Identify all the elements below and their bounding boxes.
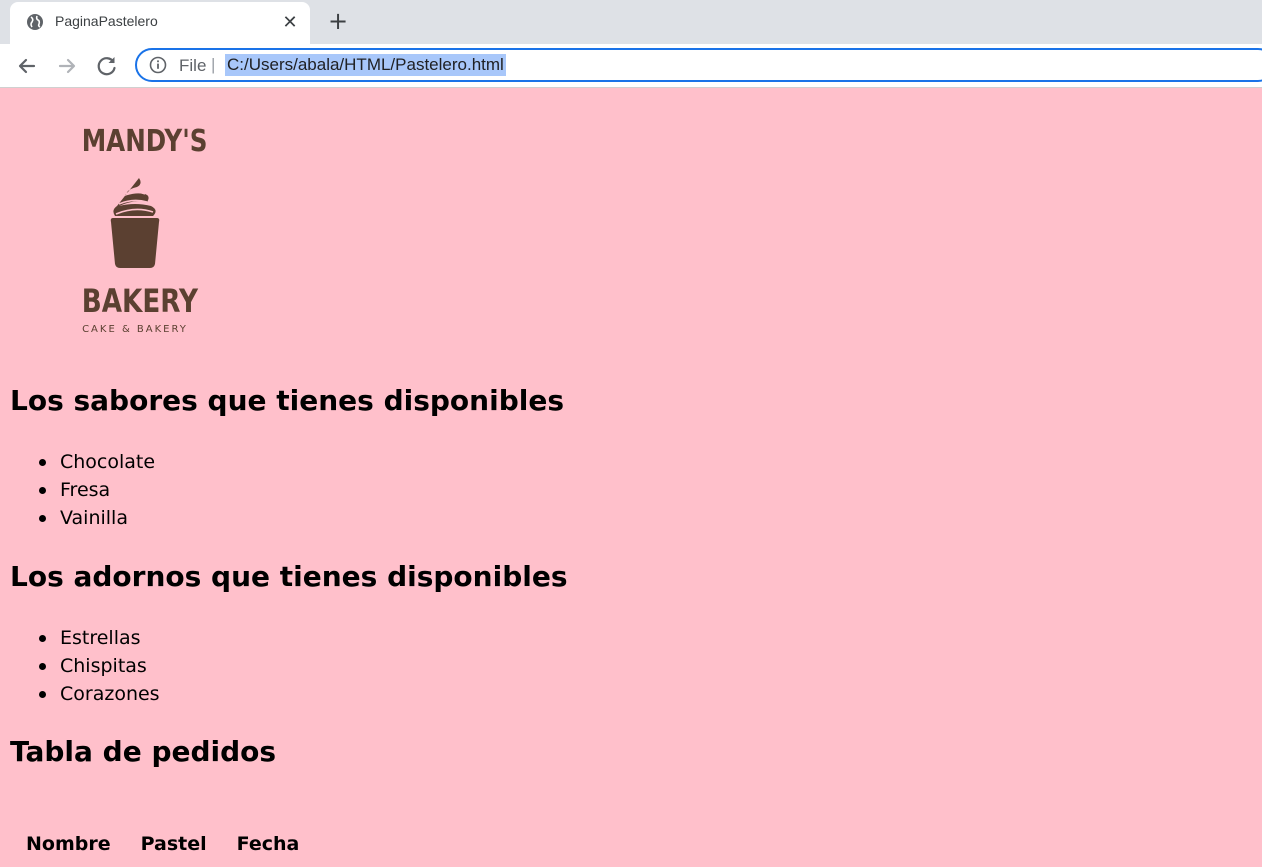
address-separator: | (211, 55, 216, 74)
browser-toolbar: File | C:/Users/abala/HTML/Pastelero.htm… (0, 44, 1262, 88)
toppings-list: Estrellas Chispitas Corazones (0, 624, 160, 708)
tab-title: PaginaPastelero (55, 13, 158, 29)
list-item: Fresa (0, 476, 155, 504)
list-item: Vainilla (0, 504, 155, 532)
new-tab-button[interactable]: + (323, 7, 353, 37)
address-scheme: File (179, 56, 207, 75)
table-header-row: Nombre Pastel Fecha (12, 832, 313, 856)
cupcake-icon (110, 178, 160, 268)
browser-tab[interactable]: PaginaPastelero ✕ (10, 2, 310, 44)
list-item: Chocolate (0, 448, 155, 476)
reload-icon[interactable] (93, 52, 121, 80)
page-content: MANDY'S BAKERY CAKE & BAKERY Los sabores… (0, 88, 1262, 867)
orders-heading: Tabla de pedidos (10, 735, 277, 768)
browser-tabstrip: PaginaPastelero ✕ + (0, 0, 1262, 44)
globe-icon (27, 14, 43, 30)
address-url[interactable]: C:/Users/abala/HTML/Pastelero.html (225, 54, 506, 76)
column-header-fecha: Fecha (236, 833, 300, 855)
close-tab-button[interactable]: ✕ (278, 11, 302, 35)
column-header-nombre: Nombre (26, 833, 111, 855)
flavors-heading: Los sabores que tienes disponibles (10, 384, 564, 417)
list-item: Corazones (0, 680, 160, 708)
flavors-list: Chocolate Fresa Vainilla (0, 448, 155, 532)
list-item: Estrellas (0, 624, 160, 652)
logo-bakery-word: BAKERY (81, 282, 199, 320)
address-bar[interactable]: File | C:/Users/abala/HTML/Pastelero.htm… (135, 48, 1262, 82)
orders-table: Nombre Pastel Fecha (10, 830, 315, 858)
logo-subtitle: CAKE & BAKERY (82, 324, 188, 335)
info-icon[interactable] (149, 56, 167, 74)
back-arrow-icon[interactable] (13, 52, 41, 80)
list-item: Chispitas (0, 652, 160, 680)
toppings-heading: Los adornos que tienes disponibles (10, 560, 568, 593)
logo-brand-name: MANDY'S (81, 124, 208, 159)
forward-arrow-icon[interactable] (53, 52, 81, 80)
column-header-pastel: Pastel (140, 833, 207, 855)
bakery-logo: MANDY'S BAKERY CAKE & BAKERY (70, 124, 208, 336)
